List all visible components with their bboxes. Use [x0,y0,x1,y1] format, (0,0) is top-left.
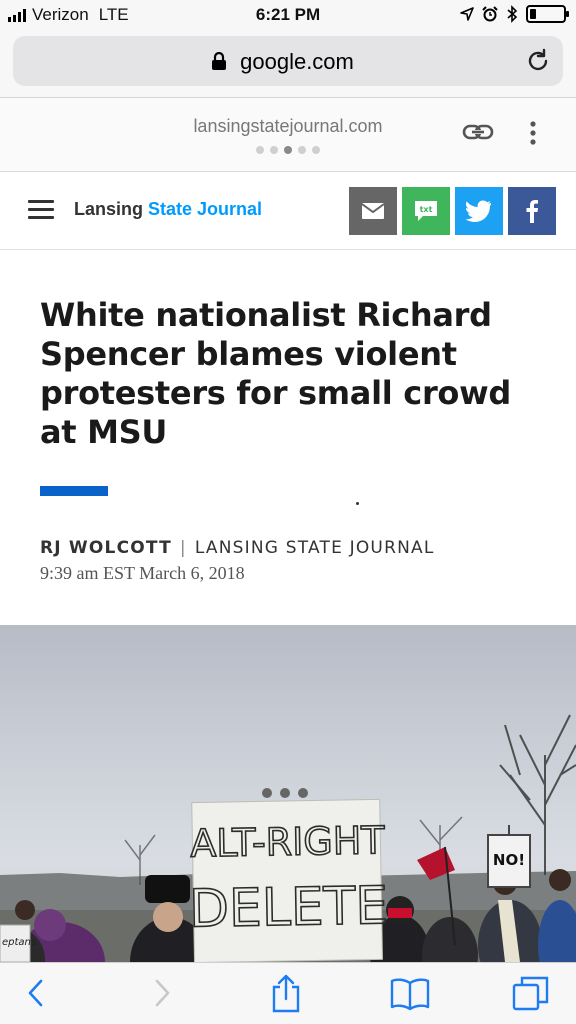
battery-icon [526,5,569,23]
menu-icon[interactable] [28,200,54,220]
logo-part2: State Journal [148,199,263,219]
sms-icon: txt [415,201,437,221]
browser-chrome: google.com [0,30,576,98]
article-photo[interactable]: ALT-RIGHT DELETE NO! eptans [0,625,576,962]
share-facebook-button[interactable] [508,187,556,235]
twitter-icon [466,200,491,222]
video-loading-indicator [262,788,308,798]
address-bar[interactable]: google.com [13,36,563,86]
publish-date: 9:39 am EST March 6, 2018 [40,563,245,583]
tabs-icon[interactable] [512,975,550,1013]
share-twitter-button[interactable] [455,187,503,235]
page-indicator [256,146,320,154]
page-dot [298,146,306,154]
status-right [460,5,569,23]
site-header: Lansing State Journal txt [0,173,576,250]
reload-icon[interactable] [525,48,551,74]
page-dot [312,146,320,154]
sign-line1: ALT-RIGHT [190,818,386,865]
share-email-button[interactable] [349,187,397,235]
left-sign-text: eptans [2,937,36,948]
back-icon[interactable] [26,977,46,1009]
byline-separator: | [179,538,187,558]
url-text: google.com [240,49,354,74]
status-bar: Verizon LTE 6:21 PM [0,0,576,30]
share-sms-button[interactable]: txt [402,187,450,235]
more-icon[interactable] [527,120,539,146]
logo-part1: Lansing [74,199,144,219]
article-headline: White nationalist Richard Spencer blames… [40,296,511,451]
author-name[interactable]: RJ WOLCOTT [40,538,172,558]
email-icon [362,203,384,219]
publication-name: LANSING STATE JOURNAL [194,538,435,558]
share-icon[interactable] [270,973,302,1013]
location-icon [460,7,474,21]
sign-line2: DELETE [188,876,388,939]
protest-sign: ALT-RIGHT DELETE [188,798,390,962]
svg-text:txt: txt [420,205,433,214]
facebook-icon [526,200,538,223]
page-dot [256,146,264,154]
byline: RJ WOLCOTT | LANSING STATE JOURNAL [40,538,435,558]
small-sign-text: NO! [493,851,525,869]
accent-bar [40,486,108,496]
page-dot [270,146,278,154]
forward-icon[interactable] [152,977,172,1009]
page-dot [284,146,292,154]
site-logo[interactable]: Lansing State Journal [74,199,262,220]
browser-toolbar [0,962,576,1024]
bookmarks-icon[interactable] [390,977,430,1011]
link-icon[interactable] [462,120,494,144]
alarm-icon [482,6,498,22]
divider-dot [356,502,359,505]
bluetooth-icon [507,5,518,23]
